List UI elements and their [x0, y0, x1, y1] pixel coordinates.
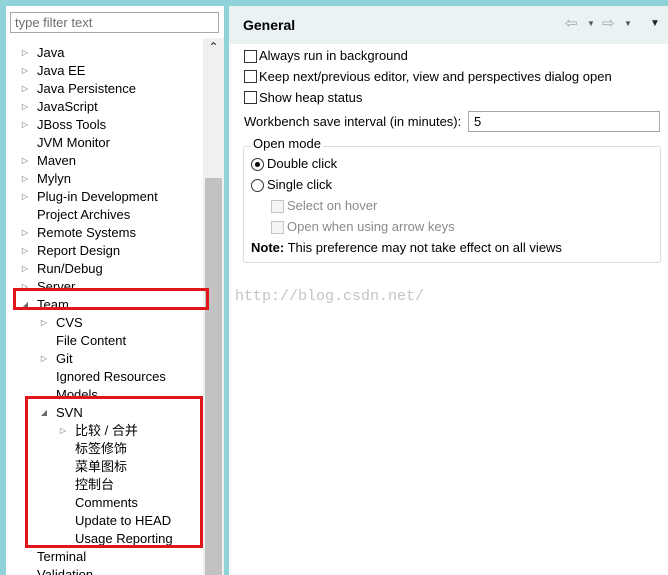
expand-arrow-icon[interactable]: ▷: [20, 260, 30, 278]
open-mode-legend: Open mode: [251, 136, 323, 152]
keep-next-prev-checkbox[interactable]: [244, 70, 257, 83]
scrollbar-thumb[interactable]: [205, 178, 222, 575]
save-interval-input[interactable]: [468, 111, 660, 132]
expand-arrow-icon[interactable]: ▷: [58, 422, 68, 440]
tree-scrollbar[interactable]: ⌃: [203, 38, 224, 575]
filter-input[interactable]: [10, 12, 219, 33]
tree-item-label: Plug-in Development: [37, 189, 158, 204]
single-click-radio[interactable]: [251, 179, 264, 192]
tree-item-label: Remote Systems: [37, 225, 136, 240]
note-body: This preference may not take effect on a…: [284, 240, 562, 255]
select-on-hover-checkbox: [271, 200, 284, 213]
expand-arrow-icon[interactable]: ▷: [20, 188, 30, 206]
tree-item-label: SVN: [56, 405, 83, 420]
page-title: General: [243, 17, 296, 33]
tree-item-label: Project Archives: [37, 207, 131, 222]
tree-item-label: 控制台: [75, 477, 115, 492]
expand-arrow-icon[interactable]: ▷: [39, 314, 49, 332]
tree-item-label: Mylyn: [37, 171, 71, 186]
tree-item-label: 菜单图标: [75, 459, 128, 474]
expand-arrow-icon[interactable]: ▷: [20, 80, 30, 98]
tree-item-label: Models: [56, 387, 98, 402]
save-interval-label: Workbench save interval (in minutes):: [244, 114, 462, 129]
tree-item-label: Java EE: [37, 63, 86, 78]
tree-item-label: Run/Debug: [37, 261, 103, 276]
single-click-label: Single click: [267, 177, 333, 192]
tree-item-label: Java: [37, 45, 65, 60]
tree-item-label: Git: [56, 351, 73, 366]
tree-item-label: Terminal: [37, 549, 87, 564]
tree-item-label: Report Design: [37, 243, 121, 258]
scroll-up-arrow-icon[interactable]: ⌃: [203, 38, 224, 56]
expand-arrow-icon[interactable]: ▷: [20, 224, 30, 242]
expand-arrow-icon[interactable]: ▷: [20, 278, 30, 296]
tree-item-label: Java Persistence: [37, 81, 136, 96]
tree-item-label: Update to HEAD: [75, 513, 172, 528]
tree-item-label: 比较 / 合并: [75, 423, 138, 438]
tree-item-label: File Content: [56, 333, 127, 348]
forward-dropdown-icon[interactable]: ▼: [624, 14, 632, 34]
double-click-label: Double click: [267, 156, 338, 171]
expand-arrow-icon[interactable]: ▷: [39, 350, 49, 368]
tree-item-label: Server: [37, 279, 76, 294]
tree-item-label: Usage Reporting: [75, 531, 173, 546]
tree-item-label: Validation: [37, 567, 94, 575]
radio-selected-dot: [255, 162, 260, 167]
expand-arrow-icon[interactable]: ▷: [20, 152, 30, 170]
note-text: Note: This preference may not take effec…: [251, 240, 562, 256]
tree-item-label: Comments: [75, 495, 138, 510]
show-heap-checkbox[interactable]: [244, 91, 257, 104]
note-label: Note:: [251, 240, 285, 255]
watermark: http://blog.csdn.net/: [235, 288, 425, 305]
tree-item-label: JavaScript: [37, 99, 98, 114]
tree-item-label: JVM Monitor: [37, 135, 110, 150]
expand-arrow-icon[interactable]: ▷: [20, 44, 30, 62]
always-run-label: Always run in background: [259, 48, 408, 63]
select-on-hover-label: Select on hover: [287, 198, 378, 213]
forward-arrow-icon[interactable]: ⇨: [602, 14, 615, 34]
page-header: General ⇦ ▼ ⇨ ▼ ▼: [229, 6, 668, 44]
view-menu-icon[interactable]: ▼: [650, 14, 660, 34]
tree-item-label: Ignored Resources: [56, 369, 166, 384]
back-dropdown-icon[interactable]: ▼: [587, 14, 595, 34]
show-heap-label: Show heap status: [259, 90, 363, 105]
tree-item-label: Team: [37, 297, 69, 312]
open-with-arrow-checkbox: [271, 221, 284, 234]
preference-tree-panel: ▷ Java ▷ Java EE ▷ Java Persistence ▷ JavaScrip…: [6, 6, 224, 575]
tree-item-label: Maven: [37, 153, 77, 168]
collapse-arrow-icon[interactable]: ◢: [39, 404, 49, 422]
collapse-arrow-icon[interactable]: ◢: [20, 296, 30, 314]
tree-item-label: 标签修饰: [75, 441, 128, 456]
tree-item-label: JBoss Tools: [37, 117, 107, 132]
back-arrow-icon[interactable]: ⇦: [565, 14, 578, 34]
always-run-checkbox[interactable]: [244, 50, 257, 63]
open-with-arrow-label: Open when using arrow keys: [287, 219, 455, 234]
expand-arrow-icon[interactable]: ▷: [20, 98, 30, 116]
double-click-radio[interactable]: [251, 158, 264, 171]
preference-tree: ▷ Java ▷ Java EE ▷ Java Persistence ▷ JavaScrip…: [6, 38, 203, 575]
tree-item-label: CVS: [56, 315, 83, 330]
keep-next-prev-label: Keep next/previous editor, view and pers…: [259, 69, 612, 84]
expand-arrow-icon[interactable]: ▷: [20, 62, 30, 80]
expand-arrow-icon[interactable]: ▷: [20, 116, 30, 134]
expand-arrow-icon[interactable]: ▷: [20, 170, 30, 188]
expand-arrow-icon[interactable]: ▷: [20, 242, 30, 260]
